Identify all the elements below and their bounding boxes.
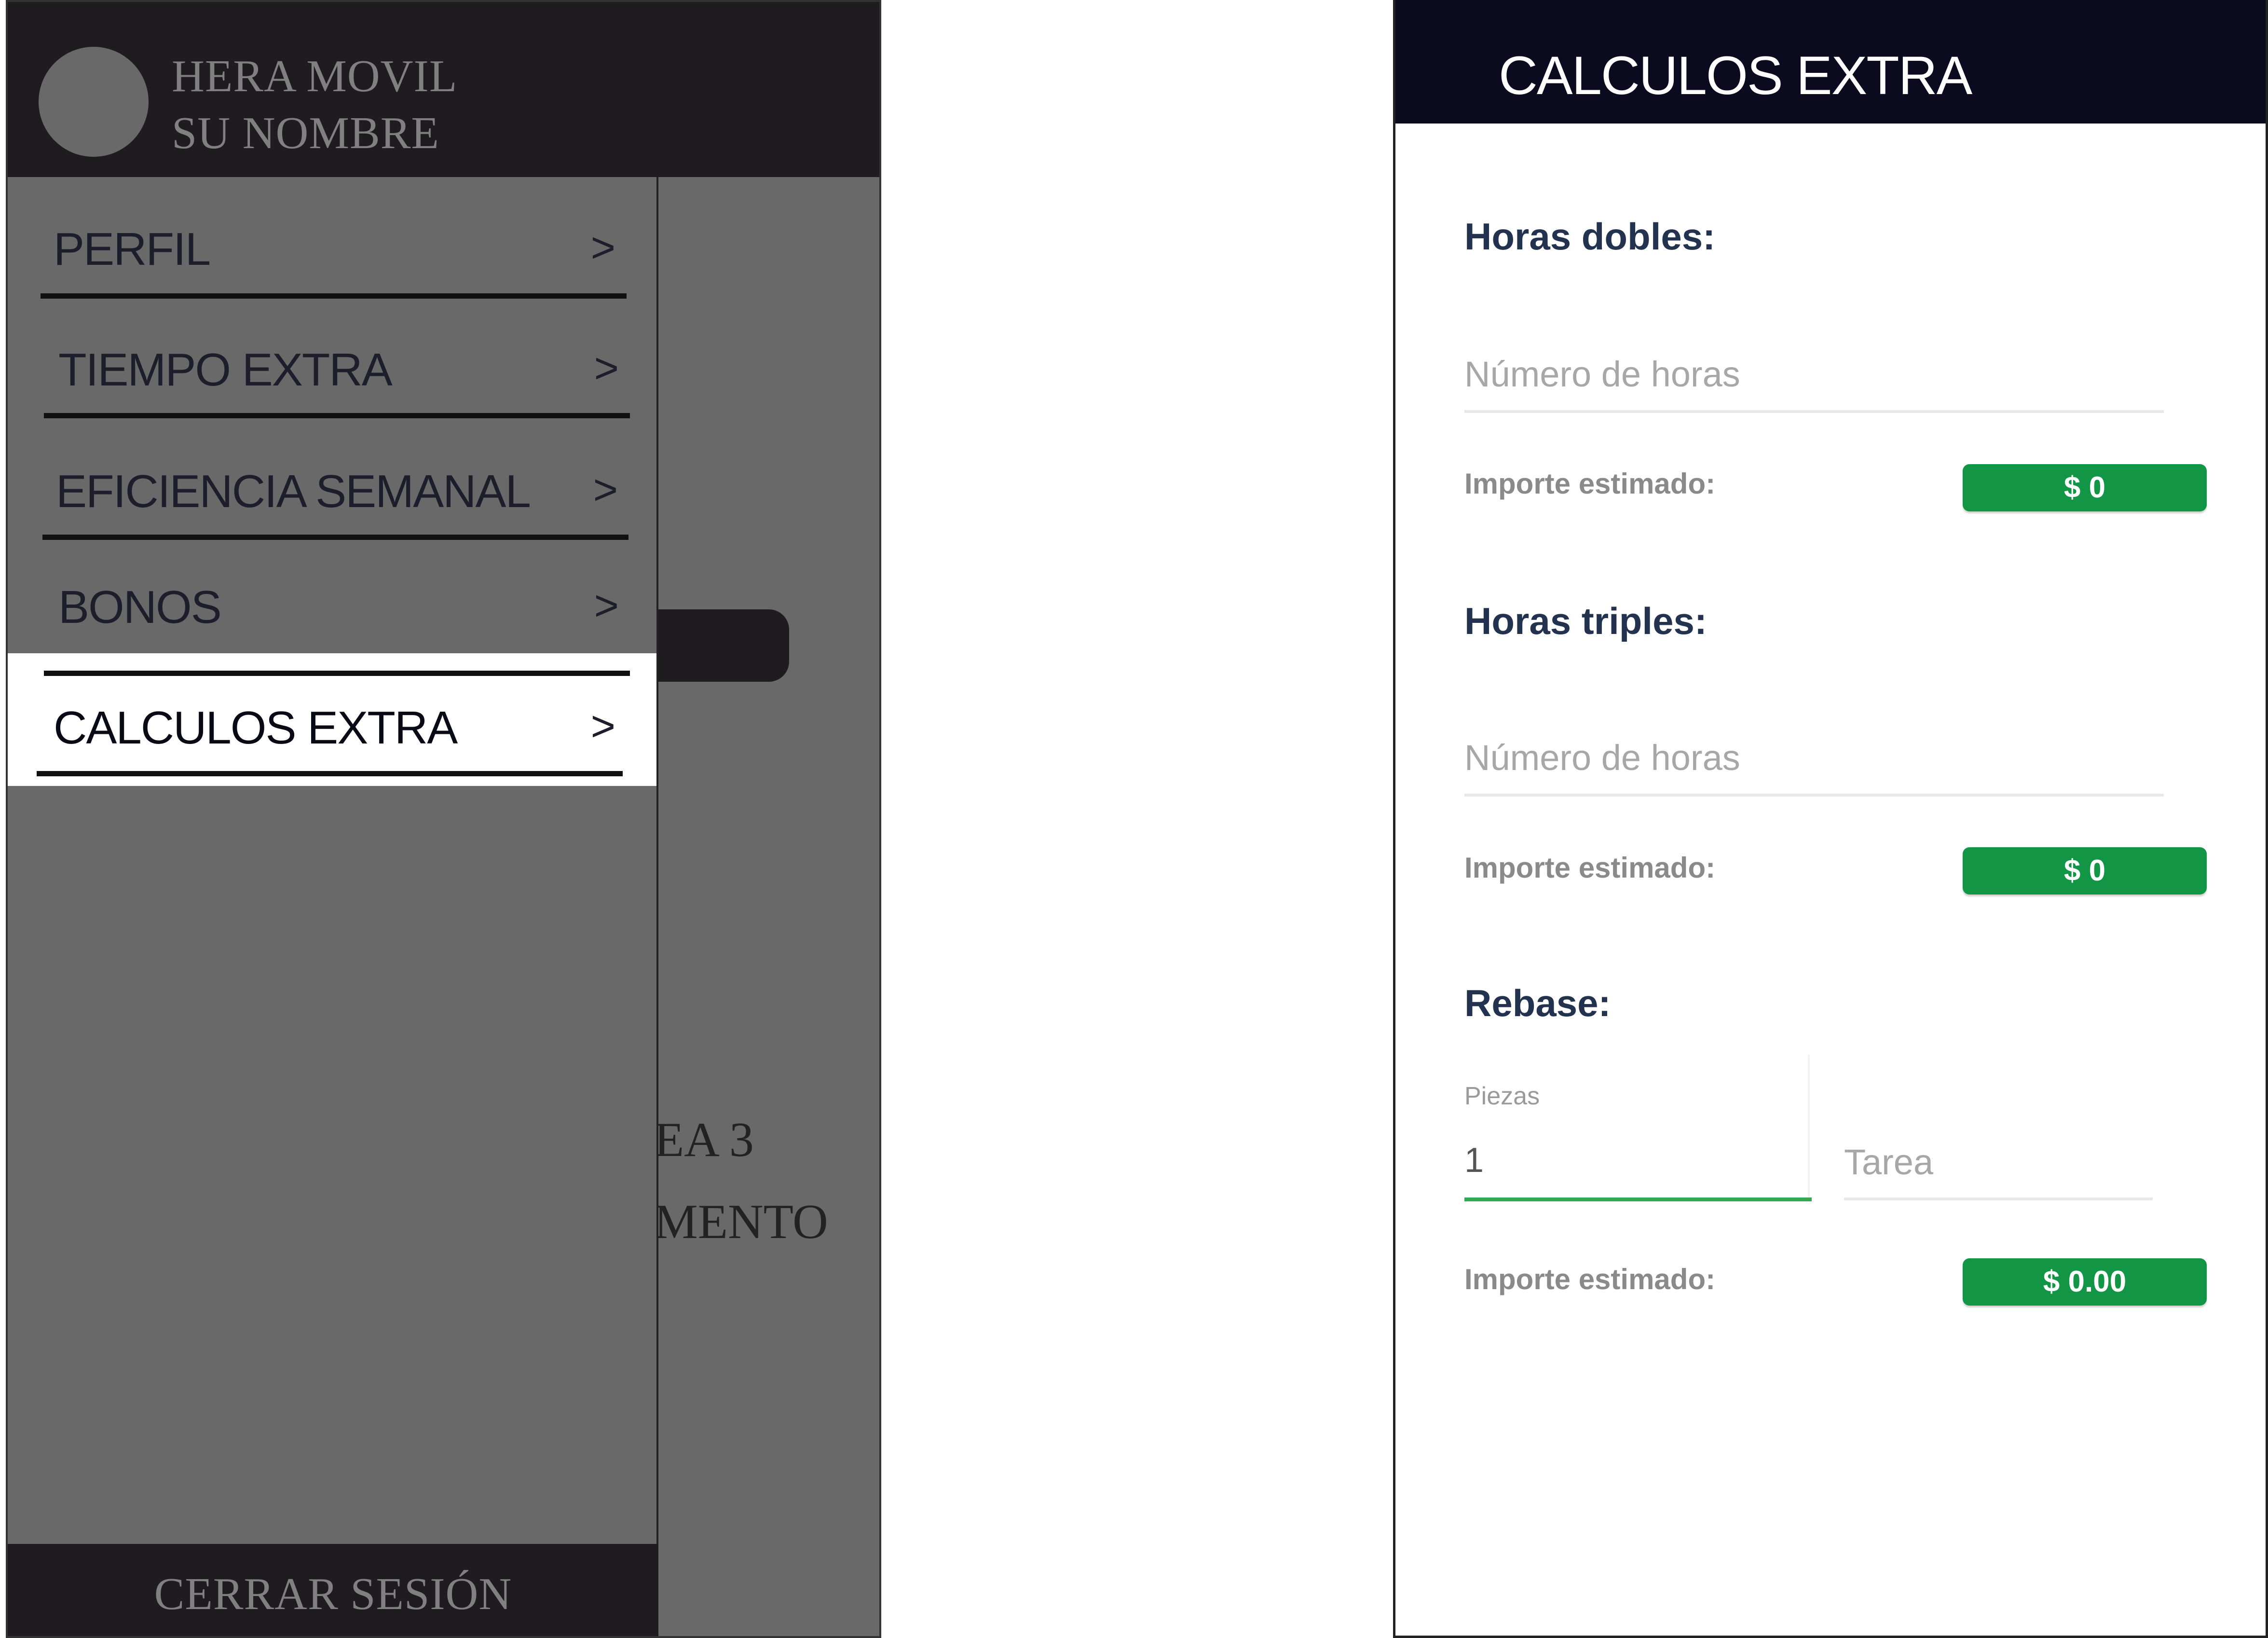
menu-item-perfil[interactable]: PERFIL > [8,177,656,299]
piezas-input[interactable]: Piezas 1 [1464,1081,1812,1204]
tarea-input[interactable]: Tarea [1844,1124,2199,1204]
menu-item-label: TIEMPO EXTRA [58,344,393,396]
input-underline [1844,1198,2153,1200]
drawer-menu: PERFIL > TIEMPO EXTRA > EFICIENCIA SEMAN… [8,177,658,1544]
drawer-header: HERA MOVIL SU NOMBRE [8,2,879,177]
menu-item-calculos-extra[interactable]: CALCULOS EXTRA > [8,653,656,786]
menu-item-bonos[interactable]: BONOS > [8,540,656,653]
menu-item-label: CALCULOS EXTRA [54,702,458,754]
input-underline [1464,410,2164,413]
estimate-label: Importe estimado: [1464,468,1716,500]
estimate-amount-badge: $ 0.00 [1963,1258,2207,1306]
menu-item-tiempo-extra[interactable]: TIEMPO EXTRA > [8,298,656,418]
horas-triples-placeholder: Número de horas [1464,738,1740,778]
menu-divider [44,413,630,418]
horas-triples-input[interactable]: Número de horas [1464,721,2164,798]
menu-item-label: BONOS [58,581,222,633]
input-underline [1464,1198,1812,1201]
chevron-right-icon: > [594,581,619,629]
page-title: CALCULOS EXTRA [1499,45,1972,106]
horas-triples-title: Horas triples: [1464,600,1707,642]
chevron-right-icon: > [593,466,618,513]
piezas-label: Piezas [1464,1082,1540,1110]
menu-divider [42,535,628,540]
logout-label: CERRAR SESIÓN [154,1569,512,1619]
logout-button[interactable]: CERRAR SESIÓN [8,1544,658,1636]
avatar[interactable] [39,47,149,157]
chevron-right-icon: > [590,702,615,750]
menu-item-eficiencia-semanal[interactable]: EFICIENCIA SEMANAL > [8,419,656,540]
menu-item-label: PERFIL [54,223,211,275]
tarea-placeholder: Tarea [1844,1142,1934,1182]
menu-item-label: EFICIENCIA SEMANAL [56,466,531,517]
horas-dobles-input[interactable]: Número de horas [1464,338,2164,415]
rebase-title: Rebase: [1464,982,1611,1024]
input-underline [1464,794,2164,797]
piezas-value: 1 [1464,1141,1484,1180]
estimate-amount-badge: $ 0 [1963,464,2207,511]
estimate-label: Importe estimado: [1464,852,1716,884]
drawer-screen: EA 3 MENTO HERA MOVIL SU NOMBRE PERFIL >… [6,0,881,1638]
estimate-label: Importe estimado: [1464,1263,1716,1295]
chevron-right-icon: > [594,344,619,392]
app-name: HERA MOVIL [172,51,458,101]
estimate-amount-badge: $ 0 [1963,847,2207,895]
menu-divider [44,671,630,676]
app-bar: CALCULOS EXTRA [1395,0,2266,124]
chevron-right-icon: > [590,223,615,271]
user-name: SU NOMBRE [172,108,439,158]
background-text-line: MENTO [654,1195,828,1249]
horas-dobles-placeholder: Número de horas [1464,354,1740,394]
menu-divider [37,771,623,776]
calculator-screen: CALCULOS EXTRA Horas dobles: Número de h… [1393,0,2268,1638]
horas-dobles-title: Horas dobles: [1464,215,1716,258]
background-text-line: EA 3 [654,1113,754,1167]
